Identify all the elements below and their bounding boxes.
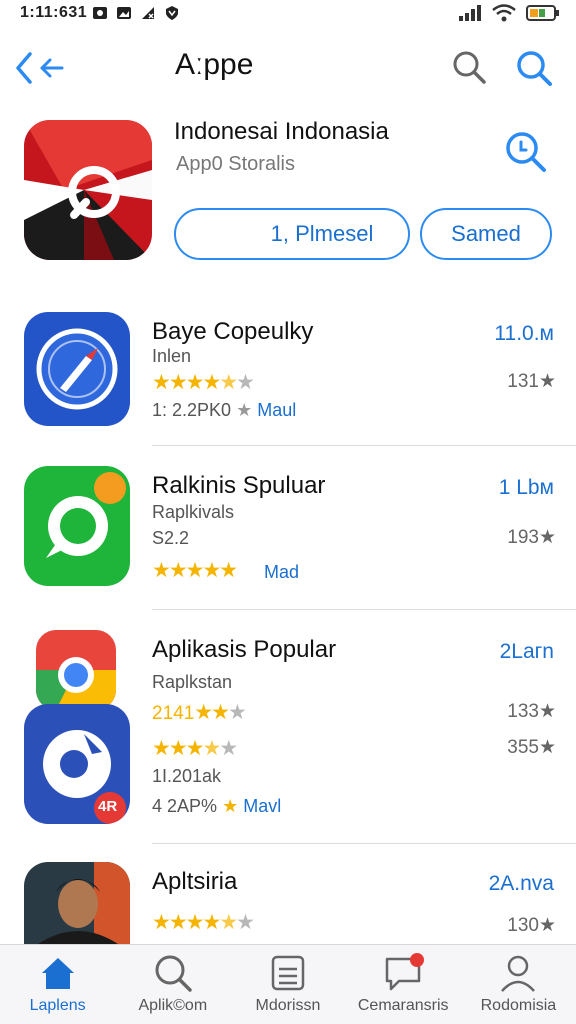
rating-count: 355★	[507, 737, 556, 758]
app-meta: 1I.201ak	[152, 766, 222, 786]
page-title: Aːppe	[175, 48, 254, 81]
star-rating: ★★★★★★	[152, 911, 255, 934]
app-photo-icon	[24, 862, 130, 944]
featured-title: Indonesai Indonasia	[174, 118, 389, 145]
photo-icon	[93, 7, 107, 19]
tab-label: Rodomisia	[480, 997, 557, 1014]
app-name: Baye Copeulky	[152, 318, 314, 345]
app-meta: S2.2	[152, 528, 190, 548]
tab-label: Laplens	[29, 997, 86, 1014]
search-button[interactable]	[450, 48, 488, 91]
tab-search[interactable]: Aplik©om	[115, 945, 230, 1024]
tab-profile[interactable]: Rodomisia	[461, 945, 576, 1024]
divider	[152, 445, 576, 446]
person-icon	[501, 955, 536, 992]
tab-home[interactable]: Laplens	[0, 945, 115, 1024]
divider	[152, 609, 576, 610]
tab-bar: Laplens Aplik©om Mdorissn Cemaransris Ro…	[0, 944, 576, 1024]
list-icon	[271, 955, 305, 991]
cellular-signal-icon	[459, 5, 481, 21]
featured-app-icon[interactable]	[24, 120, 152, 260]
app-developer: Inlen	[152, 346, 192, 366]
app-meta-link[interactable]: Mad	[264, 562, 299, 583]
app-meta: 4 2AP% ★ Mavl	[152, 796, 281, 817]
tab-messages[interactable]: Cemaransris	[346, 945, 461, 1024]
app-blue-icon: 4R	[24, 704, 130, 824]
app-badge: 4R	[98, 798, 118, 815]
search-button-secondary[interactable]	[514, 48, 554, 93]
app-meta-text: 1: 2.2PK0	[152, 400, 232, 420]
app-meta: 1: 2.2PK0 ★ Maul	[152, 400, 296, 421]
wifi-icon	[492, 4, 516, 22]
list-item[interactable]: 4R Aplikasis Popular Raplkstan 2141★★★ ★…	[0, 630, 576, 844]
chrome-app-icon	[36, 630, 116, 710]
shield-icon	[166, 6, 178, 20]
status-time: 1:11:631	[20, 4, 88, 21]
star-icon: ★	[222, 796, 239, 816]
search-icon	[517, 51, 552, 86]
rating-count: 193★	[507, 527, 556, 548]
featured-logo-icon	[24, 120, 152, 260]
featured-subtitle: App0 Storalis	[176, 153, 295, 175]
list-item[interactable]: Ralkinis Spuluar Raplkivals S2.2 ★★★★★ M…	[0, 466, 576, 610]
back-arrow-icon	[16, 52, 64, 84]
app-name: Aplikasis Popular	[152, 636, 337, 663]
star-icon: ★	[236, 400, 253, 420]
home-icon	[41, 958, 74, 989]
app-meta-link[interactable]: Maul	[257, 400, 296, 420]
status-left-icons	[92, 5, 180, 21]
rating-count: 133★	[507, 701, 556, 722]
app-name: Apltsiria	[152, 868, 238, 895]
star-rating: ★★★★★	[152, 737, 238, 760]
app-meta-link[interactable]: Mavl	[243, 796, 281, 816]
app-developer: Raplkstan	[152, 672, 233, 692]
app-size: 11.0.м	[494, 322, 554, 345]
app-name: Ralkinis Spuluar	[152, 472, 326, 499]
app-size: 2Laгn	[499, 640, 554, 663]
app-size: 1 Lbм	[498, 476, 554, 499]
safari-app-icon	[24, 312, 130, 426]
list-item[interactable]: Baye Copeulky Inlen ★★★★★★ 1: 2.2PK0 ★ M…	[0, 312, 576, 446]
app-size: 2A.nva	[488, 872, 554, 895]
rating-count: 131★	[507, 371, 556, 392]
back-button[interactable]	[14, 48, 74, 88]
featured-search-button[interactable]	[504, 128, 548, 179]
search-icon	[155, 955, 192, 992]
signal-x-icon	[142, 7, 154, 19]
saved-button[interactable]: Samed	[420, 208, 552, 260]
list-item[interactable]: Apltsiria ★★★★★★ 2A.nva 130★	[0, 862, 576, 944]
tab-list[interactable]: Mdorissn	[230, 945, 345, 1024]
install-button[interactable]: 1, Plmesel	[174, 208, 410, 260]
star-rating: ★★★★★★	[152, 371, 255, 394]
chat-app-icon	[24, 466, 130, 586]
search-icon	[506, 132, 546, 172]
app-meta-text: 4 2AP%	[152, 796, 218, 816]
tab-label: Aplik©om	[138, 997, 208, 1014]
star-rating: ★★★★★	[152, 559, 238, 582]
status-right-icons	[458, 4, 560, 22]
star-rating: 2141★★★	[152, 701, 247, 724]
rating-prefix: 2141	[152, 703, 195, 724]
rating-count: 130★	[507, 915, 556, 936]
search-icon	[453, 51, 486, 84]
divider	[152, 843, 576, 844]
image-icon	[117, 7, 131, 19]
notification-badge	[409, 953, 424, 967]
status-bar: 1:11:631	[0, 0, 576, 28]
app-developer: Raplkivals	[152, 502, 235, 522]
tab-label: Cemaransris	[357, 997, 449, 1014]
tab-label: Mdorissn	[255, 997, 321, 1014]
battery-icon	[526, 5, 559, 21]
